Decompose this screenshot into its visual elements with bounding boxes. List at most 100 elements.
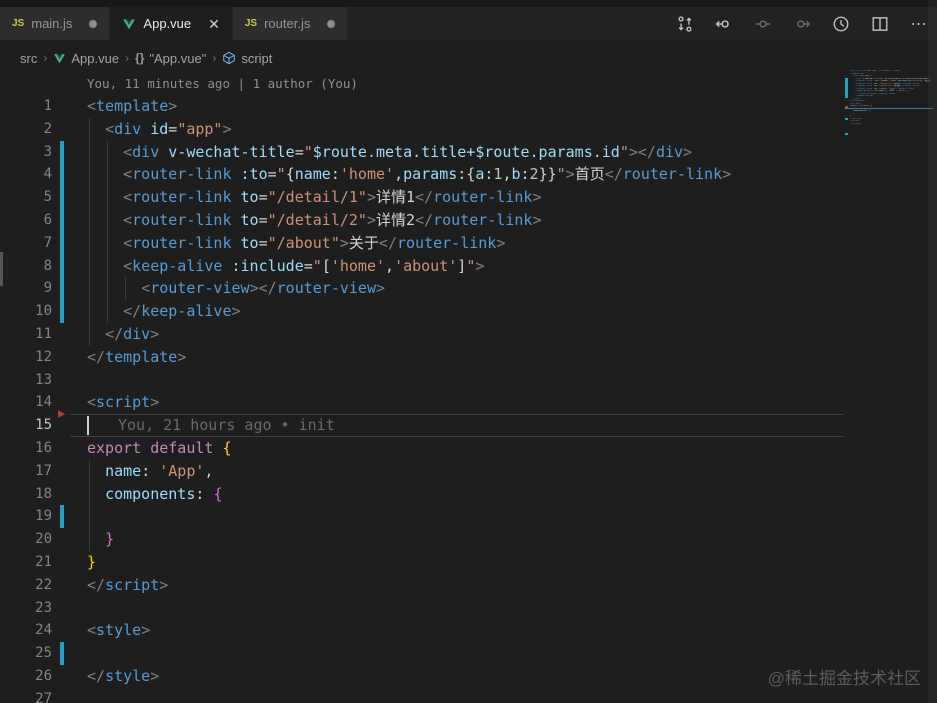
line-number: 19 <box>35 508 52 525</box>
code-text: </style> <box>87 667 160 685</box>
tab-label: router.js <box>264 16 311 31</box>
line-number: 6 <box>43 212 52 228</box>
code-text: </keep-alive> <box>123 302 241 321</box>
gutter-modified-indicator <box>60 186 64 209</box>
code-line[interactable]: 24 <style> <box>0 619 937 642</box>
code-line[interactable]: 16 export default { <box>0 437 937 460</box>
split-editor-icon[interactable] <box>870 14 890 34</box>
code-line[interactable]: 19 <box>0 505 937 529</box>
code-line[interactable]: 7 <router-link to="/about">关于</router-li… <box>0 231 937 255</box>
code-text: <router-view></router-view> <box>141 279 386 298</box>
line-number: 22 <box>35 576 52 593</box>
next-change-icon[interactable] <box>792 14 812 34</box>
code-text: <keep-alive :include="['home','about']"> <box>123 256 485 275</box>
code-text: <div v-wechat-title="$route.meta.title+$… <box>123 142 693 161</box>
code-text: <script> <box>87 393 160 412</box>
code-line[interactable]: 14 <script> <box>0 391 937 414</box>
more-actions-icon[interactable]: ⋯ <box>909 14 929 34</box>
indent-guide <box>125 277 127 301</box>
timeline-history-icon[interactable] <box>831 14 851 34</box>
line-number: 13 <box>35 371 52 388</box>
code-line[interactable]: 25 <box>0 642 937 665</box>
editor-actions: ⋯ <box>675 7 929 40</box>
code-line[interactable]: 18 components: { <box>0 483 937 506</box>
code-line[interactable]: 15 You, 21 hours ago • init <box>0 410 937 437</box>
line-number: 3 <box>43 143 52 160</box>
line-number: 11 <box>35 326 52 342</box>
code-line[interactable]: 27 <box>0 688 937 703</box>
previous-change-icon[interactable] <box>714 14 734 34</box>
code-line[interactable]: 17 name: 'App', <box>0 460 937 483</box>
code-text: <div id="app"> <box>105 119 232 138</box>
line-number: 18 <box>35 485 52 502</box>
line-number: 7 <box>43 234 52 251</box>
code-line[interactable]: 1 <template> <box>0 95 937 118</box>
indent-guide <box>89 117 90 346</box>
code-text: <style> <box>87 621 151 640</box>
minimap[interactable]: You, 11 minutes ago | 1 author (You) <tem… <box>845 70 930 150</box>
code-text: components: { <box>105 484 223 503</box>
vscode-window: JS main.js App.vue ✕ JS router.js ⋯ src … <box>0 0 937 703</box>
line-number: 20 <box>35 531 52 548</box>
tab-main-js[interactable]: JS main.js <box>0 7 110 40</box>
gutter-modified-indicator <box>60 300 64 323</box>
change-disabled-icon[interactable] <box>753 14 773 34</box>
code-line[interactable]: 22 </script> <box>0 574 937 597</box>
code-line[interactable]: 9 <router-view></router-view> <box>0 277 937 301</box>
tab-label: App.vue <box>143 16 192 31</box>
code-line[interactable]: 20 } <box>0 528 937 551</box>
modified-dot-icon[interactable] <box>327 19 336 28</box>
line-number: 14 <box>35 394 52 411</box>
tab-app-vue[interactable]: App.vue ✕ <box>110 7 232 40</box>
sash-handle[interactable] <box>0 252 3 286</box>
line-number: 24 <box>35 622 52 639</box>
line-number: 9 <box>43 280 52 297</box>
gitlens-codelens[interactable]: You, 11 minutes ago | 1 author (You) <box>87 76 358 91</box>
js-icon: JS <box>244 18 258 29</box>
gutter-modified-indicator <box>60 163 64 187</box>
indent-guide <box>107 140 109 323</box>
code-line[interactable]: 5 <router-link to="/detail/1">详情1</route… <box>0 186 937 209</box>
code-text: <router-link to="/detail/1">详情1</router-… <box>123 188 542 207</box>
code-text: name: 'App', <box>105 461 214 480</box>
gutter-modified-indicator <box>60 254 64 278</box>
code-line[interactable]: 4 <router-link :to="{name:'home',params:… <box>0 163 937 187</box>
code-line[interactable]: 21} <box>0 551 937 574</box>
modified-dot-icon[interactable] <box>89 19 98 28</box>
tab-router-js[interactable]: JS router.js <box>232 7 348 40</box>
indent-guide <box>89 459 90 551</box>
line-number: 8 <box>43 257 52 274</box>
line-number: 2 <box>43 120 52 137</box>
line-number: 5 <box>43 189 52 206</box>
gitlens-inline-blame: You, 21 hours ago • init <box>118 416 335 435</box>
code-line[interactable]: 2 <div id="app"> <box>0 118 937 141</box>
code-text: </template> <box>87 347 187 366</box>
watermark: @稀土掘金技术社区 <box>767 669 921 688</box>
compare-changes-icon[interactable] <box>675 14 695 34</box>
close-icon[interactable]: ✕ <box>208 17 220 31</box>
line-number: 23 <box>35 599 52 616</box>
gutter-modified-indicator <box>60 277 64 301</box>
tab-strip: JS main.js App.vue ✕ JS router.js <box>0 7 348 40</box>
vue-icon <box>123 18 136 29</box>
gutter-deleted-indicator <box>58 410 65 419</box>
code-line[interactable]: 8 <keep-alive :include="['home','about']… <box>0 254 937 278</box>
code-text: </div> <box>105 325 160 343</box>
line-number: 26 <box>35 668 52 684</box>
code-editor[interactable]: You, 11 minutes ago | 1 author (You) 1 <t… <box>0 40 937 703</box>
line-number: 27 <box>35 690 52 703</box>
code-line[interactable]: 23 <box>0 597 937 620</box>
code-line[interactable]: 6 <router-link to="/detail/2">详情2</route… <box>0 209 937 232</box>
editor-scrollbar[interactable] <box>928 0 937 703</box>
gutter-modified-indicator <box>60 140 64 164</box>
line-number: 10 <box>35 303 52 320</box>
code-line[interactable]: 12 </template> <box>0 346 937 369</box>
gutter-modified-indicator <box>60 231 64 255</box>
line-number: 25 <box>35 645 52 662</box>
code-line[interactable]: 11 </div> <box>0 323 937 346</box>
line-number: 16 <box>35 440 52 456</box>
code-line[interactable]: 13 <box>0 369 937 392</box>
code-line[interactable]: 10 </keep-alive> <box>0 300 937 323</box>
minimap-current-line <box>845 107 933 110</box>
code-line[interactable]: 3 <div v-wechat-title="$route.meta.title… <box>0 140 937 164</box>
